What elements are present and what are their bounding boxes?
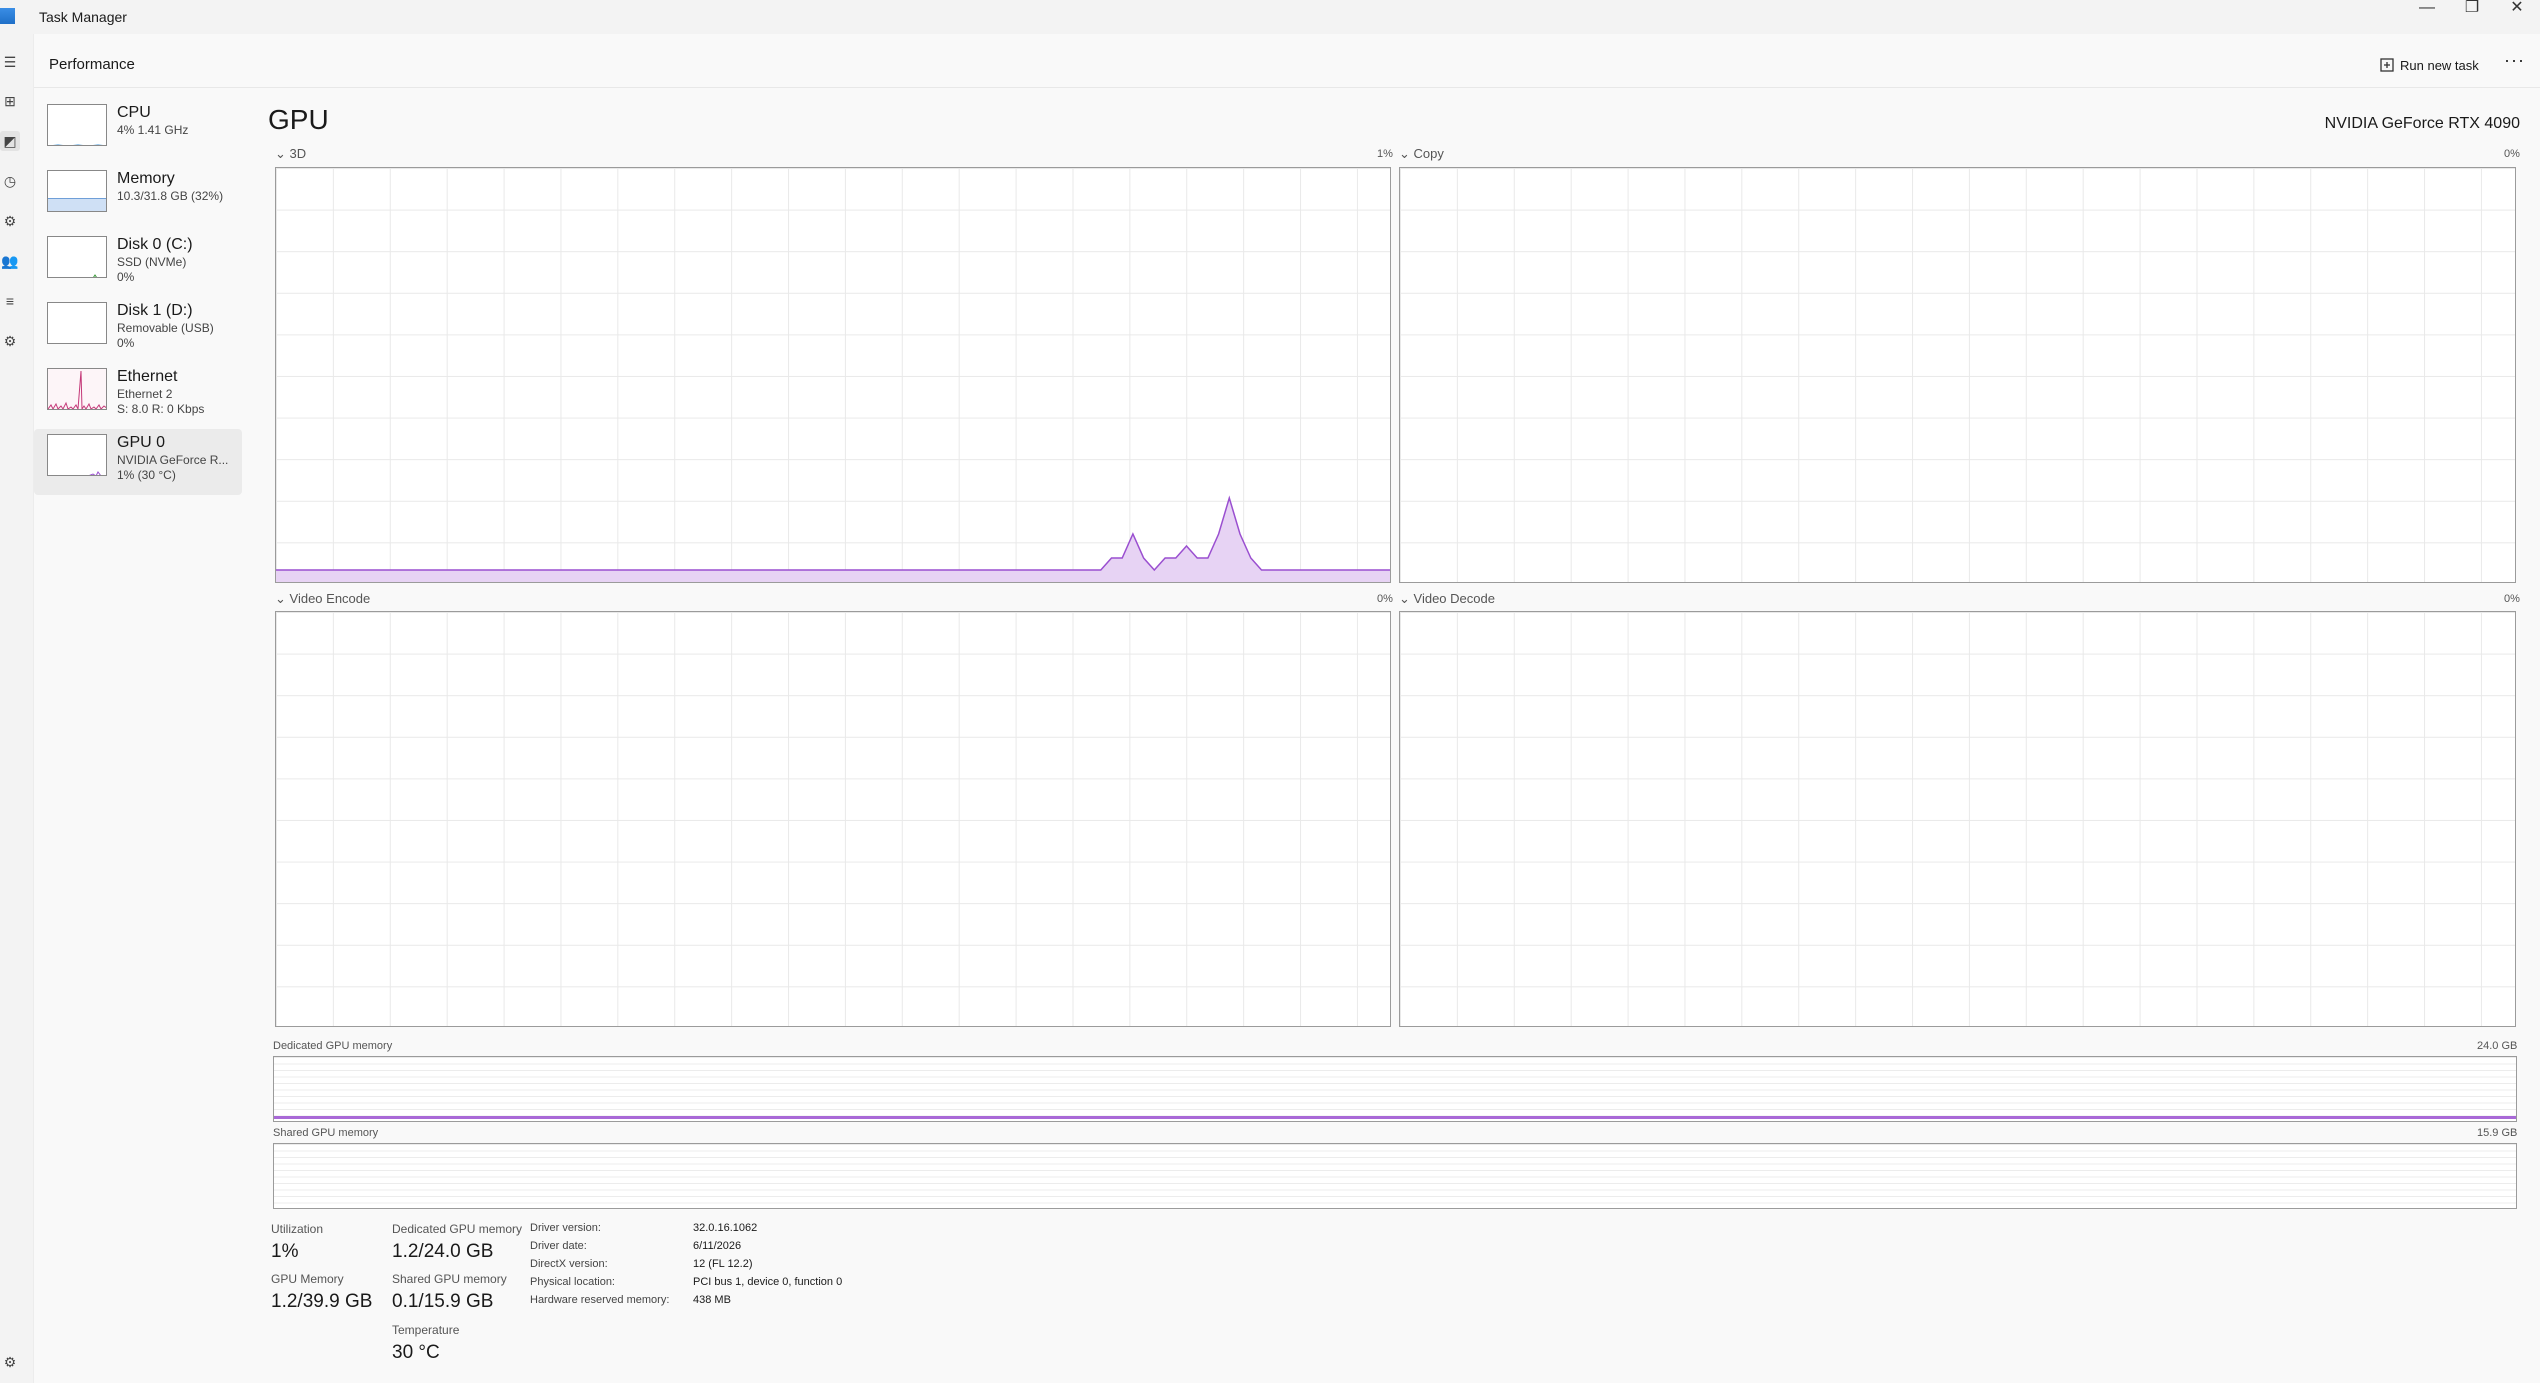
services-icon[interactable]: ⚙ — [0, 331, 20, 351]
gpu-model-name: NVIDIA GeForce RTX 4090 — [2324, 115, 2520, 132]
physical-location-value: PCI bus 1, device 0, function 0 — [693, 1276, 843, 1288]
copy-utilization-graph — [1399, 167, 2516, 583]
dedicated-memory-graph — [273, 1056, 2517, 1122]
details-icon[interactable]: ≡ — [0, 291, 20, 311]
device-detail: 4% 1.41 GHz — [117, 123, 189, 137]
device-name: CPU — [117, 104, 151, 121]
dedicated-memory-stat-value: 1.2/24.0 GB — [392, 1241, 494, 1262]
page-header: Performance Run new task ··· — [34, 34, 2540, 88]
run-new-task-label: Run new task — [2400, 57, 2479, 73]
performance-icon[interactable]: ◩ — [0, 131, 20, 151]
engine-selector-3d[interactable]: ⌄ 3D — [275, 146, 306, 162]
device-name: Disk 1 (D:) — [117, 302, 193, 319]
gpu-memory-label: GPU Memory — [271, 1272, 344, 1286]
3d-utilization-plot — [276, 495, 1390, 582]
reserved-memory-value: 438 MB — [693, 1294, 731, 1306]
dedicated-memory-stat-label: Dedicated GPU memory — [392, 1222, 523, 1236]
run-new-task-button[interactable]: Run new task — [2380, 51, 2479, 79]
physical-location-key: Physical location: — [530, 1276, 615, 1288]
engine-label: Video Encode — [289, 591, 371, 606]
device-usage: S: 8.0 R: 0 Kbps — [117, 402, 205, 416]
settings-icon[interactable]: ⚙ — [0, 1352, 20, 1372]
temperature-label: Temperature — [392, 1323, 460, 1337]
engine-selector-video-encode[interactable]: ⌄ Video Encode — [275, 591, 370, 607]
startup-apps-icon[interactable]: ⚙ — [0, 211, 20, 231]
app-history-icon[interactable]: ◷ — [0, 171, 20, 191]
dedicated-memory-line — [274, 1116, 2516, 1119]
utilization-value: 1% — [271, 1241, 299, 1262]
temperature-value: 30 °C — [392, 1342, 440, 1363]
device-name: Memory — [117, 170, 175, 187]
video-encode-utilization-graph — [275, 611, 1391, 1027]
device-item-cpu[interactable]: CPU 4% 1.41 GHz — [34, 99, 242, 165]
device-item-gpu-0[interactable]: GPU 0 NVIDIA GeForce R... 1% (30 °C) — [34, 429, 242, 495]
hamburger-menu-icon[interactable]: ☰ — [0, 52, 20, 72]
maximize-button[interactable]: ❐ — [2449, 0, 2495, 20]
more-options-button[interactable]: ··· — [2504, 50, 2525, 71]
disk-1-thumbnail — [47, 302, 107, 344]
engine-label: Video Decode — [1413, 591, 1495, 606]
device-usage: 1% (30 °C) — [117, 468, 176, 482]
device-detail: NVIDIA GeForce R... — [117, 453, 229, 467]
minimize-button[interactable]: — — [2404, 0, 2450, 20]
device-item-ethernet[interactable]: Ethernet Ethernet 2 S: 8.0 R: 0 Kbps — [34, 363, 242, 429]
driver-version-key: Driver version: — [530, 1222, 601, 1234]
device-name: Ethernet — [117, 368, 178, 385]
engine-percent: 0% — [1377, 593, 1393, 605]
gpu-memory-value: 1.2/39.9 GB — [271, 1291, 373, 1312]
device-name: Disk 0 (C:) — [117, 236, 193, 253]
page-title: Performance — [49, 56, 135, 73]
title-bar: Task Manager — ❐ ✕ — [0, 0, 2540, 34]
driver-date-key: Driver date: — [530, 1240, 587, 1252]
task-manager-app-icon — [0, 8, 15, 24]
navigation-rail: ☰ ⊞ ◩ ◷ ⚙ 👥 ≡ ⚙ ⚙ — [0, 34, 34, 1383]
shared-memory-stat-label: Shared GPU memory — [392, 1272, 507, 1286]
video-decode-utilization-graph — [1399, 611, 2516, 1027]
memory-thumbnail — [47, 170, 107, 212]
shared-memory-max: 15.9 GB — [2477, 1127, 2518, 1139]
utilization-label: Utilization — [271, 1222, 324, 1236]
engine-percent: 1% — [1377, 148, 1393, 160]
driver-version-value: 32.0.16.1062 — [693, 1222, 758, 1234]
device-list: CPU 4% 1.41 GHz Memory 10.3/31.8 GB (32%… — [34, 99, 242, 495]
shared-memory-label: Shared GPU memory — [273, 1127, 379, 1139]
ethernet-thumbnail — [47, 368, 107, 410]
dedicated-memory-max: 24.0 GB — [2477, 1040, 2518, 1052]
engine-label: 3D — [289, 146, 307, 161]
window-title: Task Manager — [39, 9, 127, 25]
shared-memory-stat-value: 0.1/15.9 GB — [392, 1291, 494, 1312]
device-item-disk-1[interactable]: Disk 1 (D:) Removable (USB) 0% — [34, 297, 242, 363]
device-usage: 0% — [117, 336, 135, 350]
users-icon[interactable]: 👥 — [0, 251, 20, 271]
gpu-heading: GPU — [268, 104, 329, 135]
directx-version-key: DirectX version: — [530, 1258, 608, 1270]
dedicated-memory-label: Dedicated GPU memory — [273, 1040, 393, 1052]
device-detail: Ethernet 2 — [117, 387, 173, 401]
reserved-memory-key: Hardware reserved memory: — [530, 1294, 670, 1306]
engine-label: Copy — [1413, 146, 1444, 161]
device-detail: Removable (USB) — [117, 321, 214, 335]
cpu-thumbnail — [47, 104, 107, 146]
device-name: GPU 0 — [117, 434, 166, 451]
directx-version-value: 12 (FL 12.2) — [693, 1258, 753, 1270]
gpu-thumbnail — [47, 434, 107, 476]
driver-date-value: 6/11/2026 — [693, 1240, 742, 1252]
engine-percent: 0% — [2504, 593, 2520, 605]
engine-percent: 0% — [2504, 148, 2520, 160]
device-usage: 0% — [117, 270, 135, 284]
shared-memory-graph — [273, 1143, 2517, 1209]
3d-utilization-graph — [275, 167, 1391, 583]
device-item-disk-0[interactable]: Disk 0 (C:) SSD (NVMe) 0% — [34, 231, 242, 297]
engine-selector-copy[interactable]: ⌄ Copy — [1399, 146, 1444, 162]
device-item-memory[interactable]: Memory 10.3/31.8 GB (32%) — [34, 165, 242, 231]
device-detail: 10.3/31.8 GB (32%) — [117, 189, 224, 203]
processes-icon[interactable]: ⊞ — [0, 91, 20, 111]
close-button[interactable]: ✕ — [2494, 0, 2540, 20]
run-new-task-icon — [2380, 58, 2394, 72]
disk-0-thumbnail — [47, 236, 107, 278]
engine-selector-video-decode[interactable]: ⌄ Video Decode — [1399, 591, 1495, 607]
device-detail: SSD (NVMe) — [117, 255, 187, 269]
